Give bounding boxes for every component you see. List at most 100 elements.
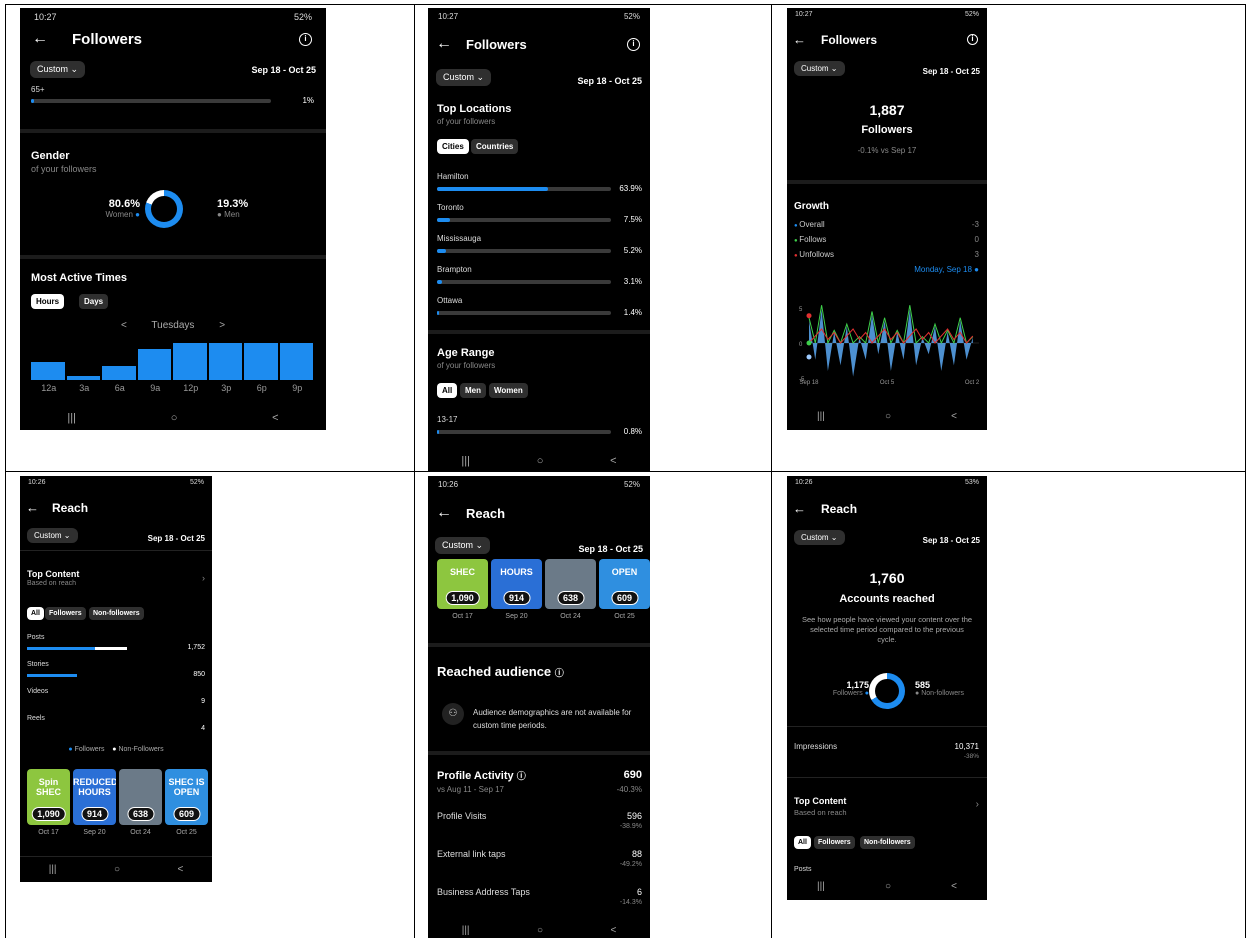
followers-stat: 1,175 Followers ● [817, 680, 869, 697]
android-nav-bar: ||| ○ < [20, 864, 212, 875]
range-dropdown[interactable]: Custom ⌄ [794, 530, 845, 545]
metric-change: -14.3% [619, 899, 642, 906]
reach-badge: 914 [502, 591, 531, 605]
non-followers-value: 585 [915, 680, 931, 690]
hour-bar-3p [208, 343, 242, 380]
home-button[interactable]: ○ [885, 881, 891, 892]
range-dropdown[interactable]: Custom ⌄ [436, 68, 492, 86]
info-icon[interactable]: i [299, 32, 312, 46]
post-thumbnail[interactable]: Spin SHEC 1,090 [27, 769, 70, 825]
non-followers-stat: 585 ● Non-followers [915, 680, 964, 697]
battery-level: 52% [623, 480, 640, 489]
back-button[interactable]: < [177, 864, 183, 875]
tab-non-followers[interactable]: Non-followers [860, 836, 915, 849]
tab-followers[interactable]: Followers [814, 836, 855, 849]
back-button[interactable]: < [951, 411, 957, 422]
info-icon[interactable]: i [967, 34, 978, 45]
range-dropdown[interactable]: Custom ⌄ [27, 528, 78, 543]
header: ← Reach [787, 501, 987, 516]
tab-cities[interactable]: Cities [437, 139, 469, 154]
content-type-value: 4 [201, 725, 205, 732]
city-bar [437, 187, 611, 191]
range-dropdown[interactable]: Custom ⌄ [30, 61, 86, 78]
back-arrow-icon[interactable]: ← [793, 501, 817, 516]
home-button[interactable]: ○ [537, 925, 543, 936]
reach-badge: 1,090 [31, 807, 66, 821]
back-arrow-icon[interactable]: ← [436, 504, 460, 522]
back-arrow-icon[interactable]: ← [26, 500, 50, 515]
tab-days[interactable]: Days [79, 294, 109, 309]
recents-button[interactable]: ||| [67, 412, 76, 424]
tab-all[interactable]: All [794, 836, 811, 849]
back-arrow-icon[interactable]: ← [436, 35, 460, 53]
tab-all[interactable]: All [437, 383, 458, 398]
header: ← Followers i [787, 32, 987, 47]
post-thumbnail[interactable]: 638 [545, 559, 596, 609]
post-thumbnail[interactable]: SHEC 1,090 [437, 559, 488, 609]
home-button[interactable]: ○ [171, 412, 178, 424]
next-day-chevron-icon[interactable]: > [219, 320, 225, 331]
info-icon[interactable]: ⓘ [517, 771, 526, 781]
tab-women[interactable]: Women [489, 383, 528, 398]
recents-button[interactable]: ||| [817, 881, 825, 892]
tab-countries[interactable]: Countries [471, 139, 519, 154]
date-range: Sep 18 - Oct 25 [578, 544, 643, 554]
back-button[interactable]: < [272, 412, 278, 424]
profile-activity-title: Profile Activity ⓘ [437, 769, 526, 782]
reach-badge: 638 [126, 807, 155, 821]
android-nav-bar: ||| ○ < [787, 411, 987, 422]
x-tick-label: Sep 18 [799, 380, 819, 386]
women-pct: 80.6% [108, 198, 140, 210]
post-thumbnail[interactable]: 638 [119, 769, 162, 825]
info-icon[interactable]: ⓘ [555, 668, 564, 678]
reach-badge: 1,090 [445, 591, 480, 605]
grid-border-top [5, 4, 1246, 5]
reach-badge: 914 [80, 807, 109, 821]
prev-day-chevron-icon[interactable]: < [121, 320, 127, 331]
home-button[interactable]: ○ [114, 864, 120, 875]
age-row-label: 13-17 [437, 415, 458, 424]
active-times-chart [31, 343, 315, 380]
y-tick-label: 0 [799, 342, 803, 348]
tab-followers[interactable]: Followers [45, 607, 86, 620]
range-dropdown[interactable]: Custom ⌄ [794, 61, 845, 76]
content-type-label: Videos [27, 688, 49, 695]
city-bar-fill [437, 280, 443, 284]
hour-tick-3a: 3a [79, 383, 90, 393]
home-button[interactable]: ○ [537, 455, 544, 467]
tab-all[interactable]: All [27, 607, 44, 620]
content-type-value: 850 [193, 671, 205, 678]
home-button[interactable]: ○ [885, 411, 891, 422]
city-bar-fill [437, 187, 549, 191]
back-arrow-icon[interactable]: ← [793, 32, 817, 47]
profile-activity-change: -40.3% [616, 785, 642, 794]
tab-hours[interactable]: Hours [31, 294, 65, 309]
back-button[interactable]: < [610, 455, 616, 467]
recents-button[interactable]: ||| [461, 455, 470, 467]
city-label: Brampton [437, 265, 472, 274]
screen-reach-top-content: 10:26 52% ← Reach Custom ⌄ Sep 18 - Oct 2… [20, 476, 212, 882]
selected-day-link[interactable]: Monday, Sep 18 ● [914, 265, 979, 274]
chevron-right-icon[interactable]: › [202, 573, 205, 583]
range-dropdown[interactable]: Custom ⌄ [435, 536, 491, 554]
recents-button[interactable]: ||| [817, 411, 825, 422]
post-thumbnail[interactable]: OPEN 609 [599, 559, 650, 609]
post-thumbnail[interactable]: HOURS 914 [491, 559, 542, 609]
growth-chart: 1050-5Sep 18Oct 5Oct 2 [799, 305, 980, 386]
post-thumbnail[interactable]: SHEC IS OPEN 609 [165, 769, 208, 825]
growth-title: Growth [794, 201, 829, 212]
back-button[interactable]: < [610, 925, 616, 936]
tab-non-followers[interactable]: Non-followers [89, 607, 144, 620]
info-icon[interactable]: i [627, 37, 640, 51]
recents-button[interactable]: ||| [462, 925, 470, 936]
recents-button[interactable]: ||| [49, 864, 57, 875]
post-thumbnail[interactable]: REDUCED HOURS 914 [73, 769, 116, 825]
age-bucket-label: 65+ [31, 85, 45, 94]
date-range: Sep 18 - Oct 25 [922, 67, 980, 76]
tab-men[interactable]: Men [460, 383, 486, 398]
chevron-right-icon[interactable]: › [976, 799, 979, 810]
legend-label: ● Unfollows [794, 250, 834, 259]
back-arrow-icon[interactable]: ← [32, 30, 56, 48]
hour-tick-9p: 9p [292, 383, 303, 393]
back-button[interactable]: < [951, 881, 957, 892]
